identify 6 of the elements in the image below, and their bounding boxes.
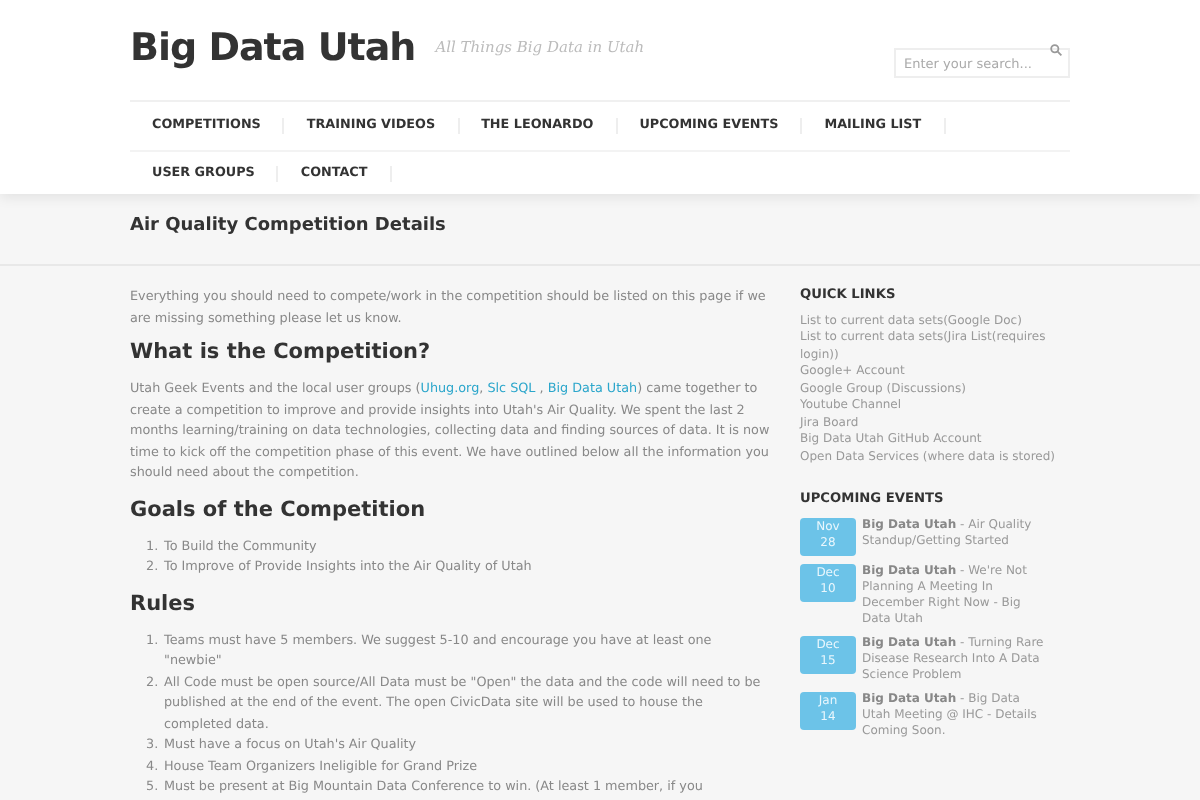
section-heading: What is the Competition? (130, 338, 433, 366)
site-title[interactable]: Big Data Utah (130, 29, 416, 67)
search-icon[interactable] (1050, 43, 1062, 55)
page-title: Air Quality Competition Details (130, 213, 448, 240)
section-heading: Goals of the Competition (130, 495, 428, 523)
section-heading: Rules (130, 589, 198, 617)
